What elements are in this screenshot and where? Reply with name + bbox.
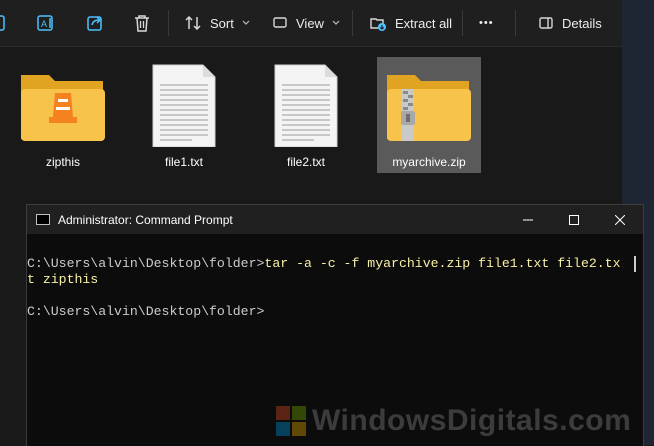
extract-all-label: Extract all (395, 15, 453, 31)
view-label: View (296, 15, 324, 31)
terminal-line-prompt: C:\Users\alvin\Desktop\folder> (27, 304, 265, 319)
terminal-line-wrapped: t zipthis (27, 272, 99, 287)
chevron-down-icon (332, 20, 340, 25)
rename-icon[interactable]: A (36, 0, 56, 46)
cmd-title-bar[interactable]: Administrator: Command Prompt (27, 205, 643, 234)
file-item-name: file1.txt (164, 155, 203, 169)
delete-icon[interactable] (133, 0, 151, 46)
minimize-icon (523, 219, 533, 220)
file-item-myarchive[interactable]: myarchive.zip (377, 57, 481, 173)
watermark-text: WindowsDigitals.com (312, 404, 632, 437)
maximize-button[interactable] (551, 205, 597, 234)
view-icon (273, 17, 287, 28)
minimize-button[interactable] (505, 205, 551, 234)
extract-icon (370, 18, 386, 31)
file-item-name: myarchive.zip (392, 155, 466, 169)
chevron-down-icon (242, 20, 250, 25)
more-options-button[interactable]: ••• (479, 0, 494, 46)
extract-all-button[interactable]: Extract all (369, 0, 452, 46)
details-button[interactable]: Details (538, 0, 602, 46)
sort-button[interactable]: Sort (184, 0, 250, 46)
sort-label: Sort (210, 15, 234, 31)
toolbar-separator (515, 10, 516, 36)
file-item-file1[interactable]: file1.txt (132, 57, 236, 173)
view-button[interactable]: View (272, 0, 340, 46)
terminal-line: C:\Users\alvin\Desktop\folder>tar -a -c … (27, 256, 621, 272)
more-options-icon: ••• (479, 17, 494, 29)
toolbar-separator (168, 10, 169, 36)
folder-vlc-icon (21, 75, 105, 141)
svg-text:A: A (41, 19, 47, 29)
cmd-app-icon (36, 214, 50, 225)
command-bar: A Sort View Extract all ••• Details (0, 0, 622, 47)
watermark: WindowsDigitals.com (276, 399, 631, 443)
zip-folder-icon (387, 75, 471, 141)
partial-icon[interactable] (0, 0, 6, 46)
close-button[interactable] (597, 205, 643, 234)
text-file-icon (152, 64, 216, 147)
sort-icon (185, 15, 201, 31)
toolbar-separator (352, 10, 353, 36)
windows-logo-icon (276, 406, 306, 436)
command-text: tar -a -c -f myarchive.zip file1.txt fil… (264, 256, 621, 271)
toolbar-separator (462, 10, 463, 36)
details-pane-icon (539, 17, 553, 29)
file-item-name: zipthis (45, 155, 80, 169)
file-item-file2[interactable]: file2.txt (254, 57, 358, 173)
file-item-zipthis[interactable]: zipthis (11, 57, 115, 173)
maximize-icon (569, 214, 579, 225)
cmd-window-title: Administrator: Command Prompt (58, 213, 233, 227)
prompt-text: C:\Users\alvin\Desktop\folder> (27, 256, 265, 271)
text-file-icon (274, 64, 338, 147)
text-cursor (634, 256, 636, 272)
share-icon[interactable] (85, 0, 105, 46)
details-label: Details (562, 15, 602, 31)
close-icon (615, 214, 625, 225)
file-item-name: file2.txt (286, 155, 325, 169)
